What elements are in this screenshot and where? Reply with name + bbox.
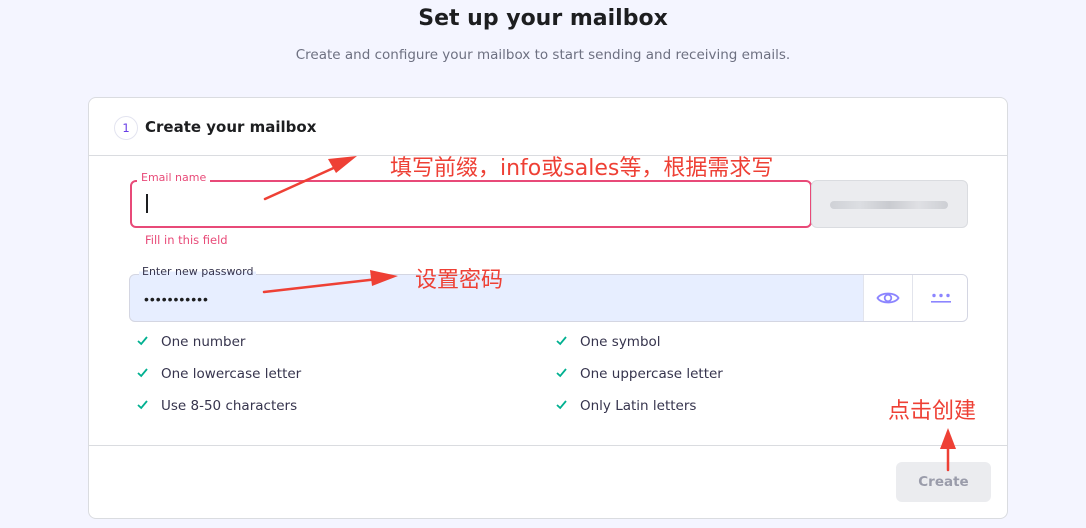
- annotation-arrows: [262, 156, 956, 472]
- arrow-icon: [263, 156, 357, 201]
- arrow-icon: [262, 270, 398, 294]
- arrow-icon: [940, 428, 956, 472]
